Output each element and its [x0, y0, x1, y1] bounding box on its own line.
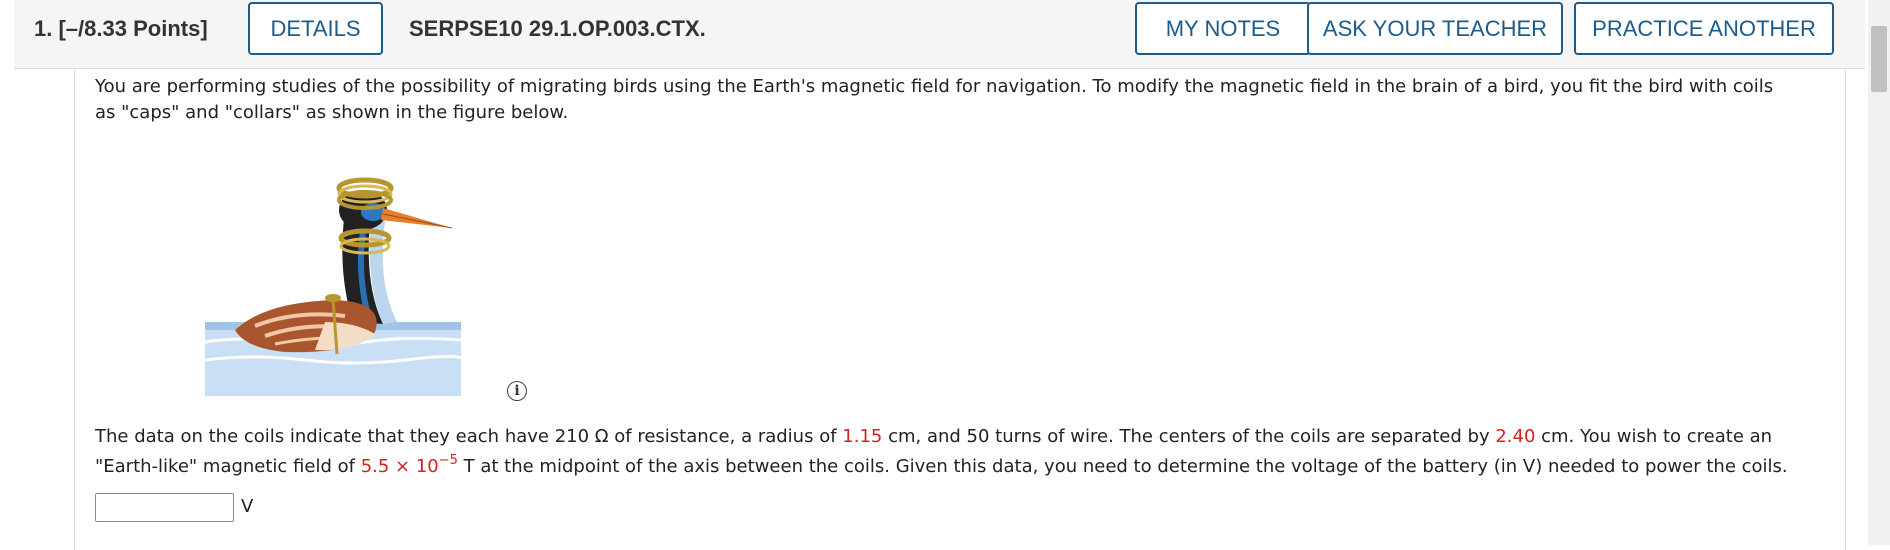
- data-text-1: The data on the coils indicate that they…: [95, 426, 843, 447]
- answer-input[interactable]: [95, 493, 234, 522]
- question-number: 1. [–/8.33 Points]: [34, 16, 208, 41]
- separation-value: 2.40: [1495, 426, 1536, 447]
- question-header: 1. [–/8.33 Points] DETAILS SERPSE10 29.1…: [14, 0, 1865, 69]
- question-intro: You are performing studies of the possib…: [95, 76, 1774, 123]
- info-icon[interactable]: i: [507, 381, 527, 401]
- data-text-4: T at the midpoint of the axis between th…: [457, 456, 1788, 477]
- field-value: 5.5 × 10−5: [360, 453, 458, 477]
- my-notes-button[interactable]: MY NOTES: [1135, 2, 1311, 55]
- question-data: The data on the coils indicate that they…: [95, 422, 1795, 482]
- data-text-2: cm, and 50 turns of wire. The centers of…: [882, 426, 1496, 447]
- answer-unit: V: [241, 496, 254, 517]
- radius-value: 1.15: [842, 426, 883, 447]
- practice-another-button[interactable]: PRACTICE ANOTHER: [1574, 2, 1834, 55]
- details-button[interactable]: DETAILS: [248, 2, 383, 55]
- bird-figure: [205, 177, 461, 396]
- points-label: [–/8.33 Points]: [58, 16, 208, 41]
- ask-teacher-button[interactable]: ASK YOUR TEACHER: [1307, 2, 1563, 55]
- question-code: SERPSE10 29.1.OP.003.CTX.: [409, 16, 706, 41]
- scrollbar-thumb[interactable]: [1871, 26, 1887, 92]
- scrollbar[interactable]: [1868, 0, 1890, 545]
